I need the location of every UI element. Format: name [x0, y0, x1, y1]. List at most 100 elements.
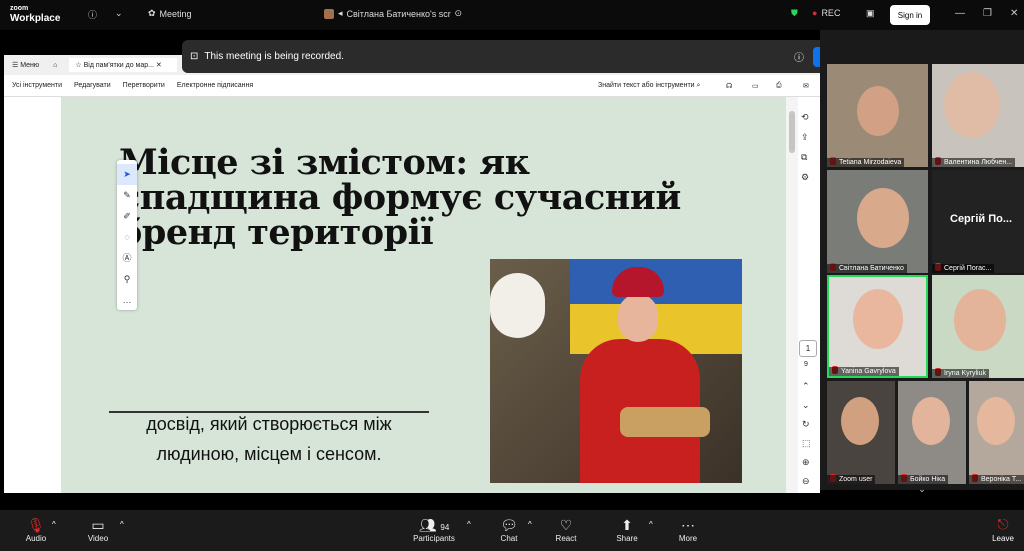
- more-label: More: [678, 534, 698, 543]
- toolbar-convert[interactable]: Перетворити: [123, 82, 165, 89]
- left-margin: [4, 97, 61, 493]
- participants-options-icon[interactable]: ^: [467, 520, 471, 529]
- meeting-button[interactable]: ✿ Meeting: [148, 8, 192, 19]
- protect-icon[interactable]: ⚙: [801, 167, 809, 187]
- stamp-icon[interactable]: ⚲: [117, 269, 137, 290]
- participant-name: Yanina Gavrylova: [829, 367, 899, 376]
- mic-muted-icon: 🎙︎: [27, 517, 45, 533]
- chat-options-icon[interactable]: ^: [528, 520, 532, 529]
- slide-title: Місце зі змістом: як спадщина формує суч…: [119, 142, 681, 253]
- participant-video: [857, 86, 899, 136]
- participant-tile[interactable]: Бойко Ніка: [898, 381, 966, 484]
- participants-button[interactable]: 👥︎ 94 Participants: [404, 516, 464, 543]
- save-icon[interactable]: ▭: [752, 82, 759, 90]
- participant-tile[interactable]: Сергій По... Сергій Погас...: [932, 170, 1024, 273]
- share-options-icon[interactable]: ^: [649, 520, 653, 529]
- share-label: Share: [616, 534, 638, 543]
- page-up-icon[interactable]: ⌃: [802, 377, 811, 396]
- audio-label: Audio: [25, 534, 47, 543]
- participant-tile[interactable]: Вероніка Т...: [969, 381, 1024, 484]
- react-button[interactable]: ♡ React: [536, 516, 596, 543]
- floating-toolbar: ➤ ✎ ✐ ◌ Ⓐ ⚲ …: [117, 160, 137, 310]
- participant-tile[interactable]: Світлана Батиченко: [827, 170, 928, 273]
- more-options-icon[interactable]: ⊙: [455, 8, 463, 19]
- video-options-icon[interactable]: ^: [120, 520, 124, 529]
- rec-indicator[interactable]: ● REC: [812, 8, 840, 18]
- paw-icon: ✿: [148, 8, 156, 18]
- zoom-out-icon[interactable]: ⊖: [802, 472, 811, 491]
- participant-video: [977, 397, 1015, 445]
- pdf-tab[interactable]: ☆ Від пам'ятки до мар... ✕: [69, 58, 178, 72]
- share-button[interactable]: ⬆ Share: [597, 516, 657, 543]
- info-icon[interactable]: ⓘ: [794, 49, 804, 64]
- copy-icon[interactable]: ⧉: [801, 147, 809, 167]
- menu-label: Меню: [20, 62, 40, 69]
- export-icon[interactable]: ⇪: [801, 127, 809, 147]
- lasso-icon[interactable]: ◌: [117, 227, 137, 248]
- video-label: Video: [87, 534, 109, 543]
- participant-name: Zoom user: [827, 475, 876, 484]
- toolbar-edit[interactable]: Редагувати: [74, 82, 111, 89]
- shield-icon[interactable]: ⛊: [791, 8, 798, 19]
- gallery-scroll-down-icon[interactable]: ⌄: [907, 484, 937, 494]
- rec-dot-icon: ●: [812, 8, 818, 18]
- text-box-icon[interactable]: Ⓐ: [117, 248, 137, 269]
- more-button[interactable]: ⋯ More: [658, 516, 718, 543]
- participant-name: Валентина Любчен...: [932, 158, 1016, 167]
- toolbar-esign[interactable]: Електронне підписання: [177, 82, 253, 89]
- info-icon[interactable]: ⓘ: [88, 8, 97, 21]
- minimize-icon[interactable]: —: [955, 8, 965, 19]
- video-camera-icon: ▭: [91, 517, 105, 533]
- toolbar-all-tools[interactable]: Усі інструменти: [12, 82, 62, 89]
- heart-icon: ♡: [559, 517, 573, 533]
- participant-tile[interactable]: Zoom user: [827, 381, 895, 484]
- slide-subtitle: досвід, який створюється між людиною, мі…: [109, 409, 429, 469]
- sign-in-button[interactable]: Sign in: [890, 5, 930, 25]
- audio-options-icon[interactable]: ^: [52, 520, 56, 529]
- leave-button[interactable]: ⎋ Leave: [985, 516, 1021, 543]
- close-icon[interactable]: ✕: [1010, 8, 1018, 19]
- leave-label: Leave: [992, 534, 1014, 543]
- page-down-icon[interactable]: ⌄: [802, 396, 811, 415]
- lace-decoration: [490, 273, 545, 338]
- headphones-icon[interactable]: ☊: [726, 82, 732, 90]
- zoom-in-icon[interactable]: ⊕: [802, 453, 811, 472]
- participant-video: [912, 397, 950, 445]
- woman-face: [618, 294, 658, 342]
- scrollbar-thumb[interactable]: [789, 111, 795, 153]
- rotate-icon[interactable]: ↻: [802, 415, 811, 434]
- home-icon[interactable]: ⌂: [53, 62, 57, 69]
- chevron-down-icon[interactable]: ⌄: [115, 8, 123, 19]
- chat-label: Chat: [500, 534, 518, 543]
- pdf-scrollbar[interactable]: [786, 97, 798, 493]
- cursor-icon[interactable]: ➤: [117, 164, 137, 185]
- leave-icon: ⎋: [997, 516, 1009, 532]
- share-indicator[interactable]: ◂ Світлана Батиченко's screen ⊙: [324, 8, 462, 19]
- pdf-toolbar: Усі інструменти Редагувати Перетворити Е…: [4, 75, 820, 97]
- search-tools[interactable]: Знайти текст або інструменти ⌕: [598, 82, 700, 90]
- participant-tile[interactable]: Tetiana Mirzodaieva: [827, 64, 928, 167]
- pen-icon[interactable]: ✐: [117, 206, 137, 227]
- participant-name: Вероніка Т...: [969, 475, 1024, 484]
- mail-icon[interactable]: ✉: [803, 82, 809, 90]
- share-icon[interactable]: ⟲: [801, 107, 809, 127]
- fit-icon[interactable]: ⬚: [802, 434, 811, 453]
- page-current[interactable]: 1: [799, 340, 817, 357]
- recording-message: This meeting is being recorded.: [204, 51, 344, 62]
- shared-screen: ☰ Меню ⌂ ☆ Від пам'ятки до мар... ✕ + Ус…: [4, 55, 820, 493]
- restore-icon[interactable]: ❐: [983, 8, 992, 19]
- participant-name: Сергій Погас...: [932, 264, 995, 273]
- audio-button[interactable]: 🎙︎ Audio: [6, 516, 66, 543]
- recording-banner: ⊡ This meeting is being recorded. ⓘ OK: [182, 40, 856, 73]
- more-tools-icon[interactable]: …: [117, 290, 137, 311]
- comment-icon[interactable]: ✎: [117, 185, 137, 206]
- print-icon[interactable]: ⎙: [776, 82, 782, 90]
- participant-tile[interactable]: Iryna Kyryliuk: [932, 275, 1024, 378]
- participant-video: [853, 289, 903, 349]
- menu-button[interactable]: ☰ Меню: [12, 61, 39, 69]
- video-button[interactable]: ▭ Video: [68, 516, 128, 543]
- view-icon[interactable]: ▣: [866, 8, 875, 19]
- participant-tile-active[interactable]: Yanina Gavrylova: [827, 275, 928, 378]
- slide-page: Місце зі змістом: як спадщина формує суч…: [61, 97, 786, 493]
- participant-tile[interactable]: Валентина Любчен...: [932, 64, 1024, 167]
